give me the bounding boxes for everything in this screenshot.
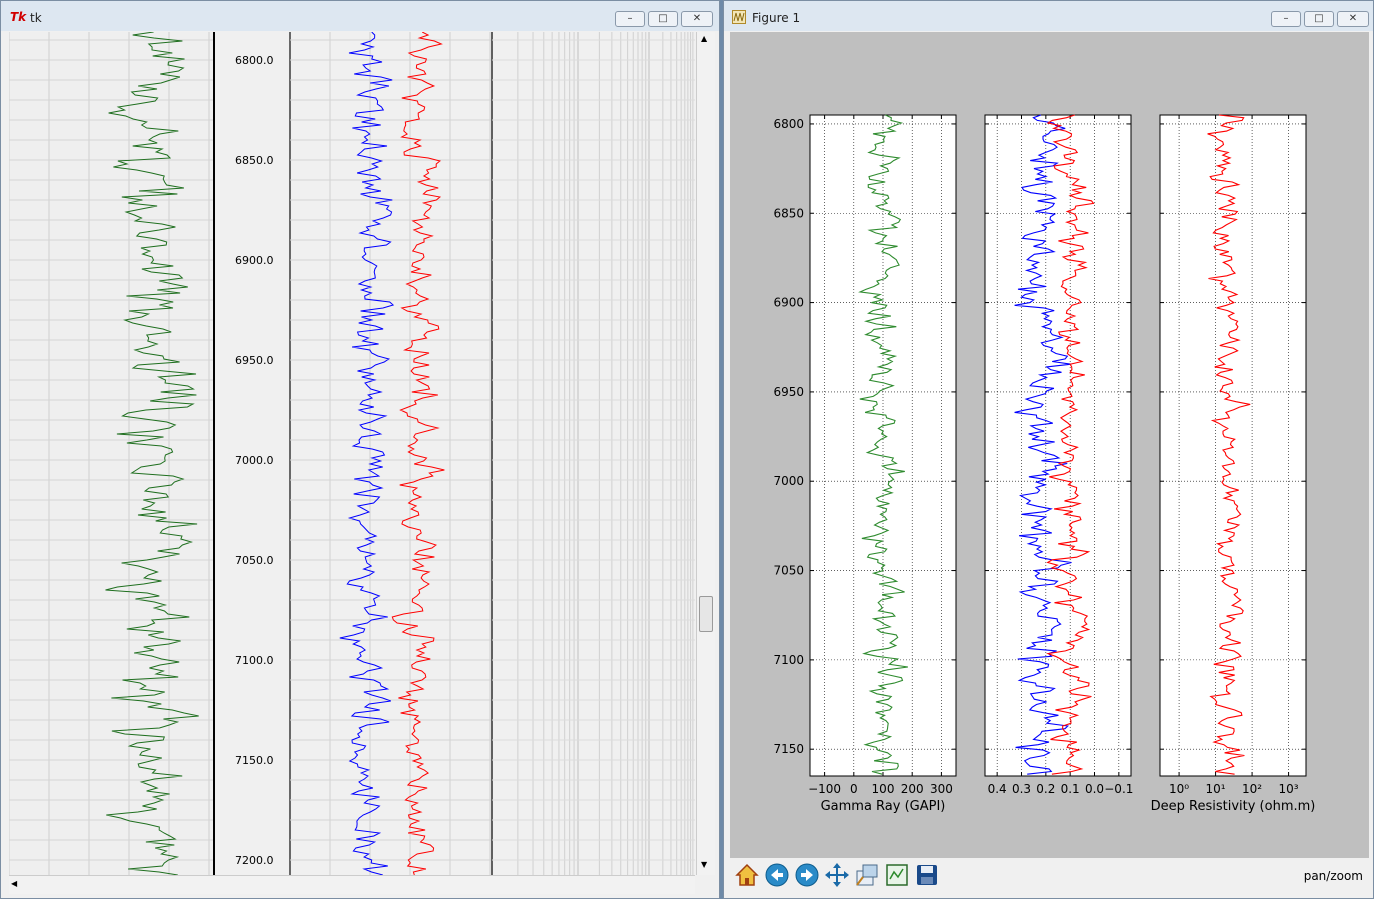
tk-maximize-button[interactable]: □	[648, 11, 678, 27]
tk-depth-label: 6900.0	[235, 254, 274, 267]
figure-panel-2: 0.4 0.3 0.2 0.1 0.0 −0.1	[984, 114, 1133, 796]
tk-depth-label: 6950.0	[235, 354, 274, 367]
x-axis-label: Gamma Ray (GAPI)	[821, 799, 946, 814]
figure-window: Figure 1 – □ ✕ 6800 6850 6900 6950 7000 7050 7…	[723, 0, 1374, 899]
x-tick-label: 0.3	[1012, 782, 1031, 796]
y-tick-label: 7000	[773, 474, 804, 488]
tk-depth-label: 7150.0	[235, 754, 274, 767]
tk-track1-bg	[9, 32, 214, 875]
y-tick-label: 7100	[773, 653, 804, 667]
tk-depth-label: 7100.0	[235, 654, 274, 667]
tk-vertical-scrollbar[interactable]: ▲ ▼	[696, 32, 715, 875]
matplotlib-app-icon	[732, 10, 746, 24]
tk-red-curve	[391, 32, 445, 875]
figure-plot-area: 6800 6850 6900 6950 7000 7050 7100 7150 −100 0 100…	[773, 114, 1316, 814]
y-tick-label: 7150	[773, 742, 804, 756]
x-tick-label: 0.2	[1036, 782, 1055, 796]
x-tick-label: 10³	[1279, 782, 1299, 796]
home-icon[interactable]	[734, 862, 760, 888]
tk-feather-icon: Tk	[10, 10, 27, 24]
pan-icon[interactable]	[824, 862, 850, 888]
x-tick-label: 100	[872, 782, 895, 796]
tk-vertical-scroll-thumb[interactable]	[699, 596, 713, 632]
forward-icon[interactable]	[794, 862, 820, 888]
scroll-left-arrow-icon[interactable]: ◀	[11, 879, 17, 888]
y-tick-label: 6950	[773, 385, 804, 399]
toolbar-status-text: pan/zoom	[1303, 869, 1363, 883]
x-tick-label: 200	[901, 782, 924, 796]
tk-window: Tk tk – □ ✕ 6800.0 6850.0 6900.0 6950.0 7000…	[0, 0, 720, 899]
tk-window-title: tk	[30, 11, 42, 25]
save-icon[interactable]	[914, 862, 940, 888]
tk-log-tracks	[9, 32, 695, 875]
x-tick-label: 10⁰	[1169, 782, 1189, 796]
x-tick-label: −100	[808, 782, 841, 796]
figure-panel-3: 10⁰ 10¹ 10² 10³ Deep Resistivity (ohm.m)	[1151, 114, 1316, 814]
subplots-icon[interactable]	[884, 862, 910, 888]
x-tick-label: 10¹	[1206, 782, 1226, 796]
x-tick-label: 300	[930, 782, 953, 796]
y-tick-label: 6850	[773, 206, 804, 220]
tk-close-button[interactable]: ✕	[681, 11, 713, 27]
figure-minimize-button[interactable]: –	[1271, 11, 1301, 27]
figure-window-title: Figure 1	[752, 11, 801, 25]
scroll-up-arrow-icon[interactable]: ▲	[701, 34, 707, 43]
y-tick-label: 7050	[773, 564, 804, 578]
tk-log-canvas[interactable]: 6800.0 6850.0 6900.0 6950.0 7000.0 7050.0 7100…	[9, 32, 695, 875]
scroll-down-arrow-icon[interactable]: ▼	[701, 860, 707, 869]
x-tick-label: −0.1	[1104, 782, 1133, 796]
x-tick-label: 10²	[1242, 782, 1262, 796]
plot-axes-frame	[984, 114, 1132, 777]
x-tick-label: 0.0	[1085, 782, 1104, 796]
figure-close-button[interactable]: ✕	[1337, 11, 1369, 27]
y-tick-label: 6900	[773, 296, 804, 310]
x-axis-label: Deep Resistivity (ohm.m)	[1151, 799, 1316, 814]
tk-titlebar[interactable]: Tk tk – □ ✕	[1, 1, 719, 31]
tk-depth-label: 7050.0	[235, 554, 274, 567]
figure-canvas[interactable]: 6800 6850 6900 6950 7000 7050 7100 7150 −100 0 100…	[730, 32, 1369, 858]
figure-titlebar[interactable]: Figure 1 – □ ✕	[724, 1, 1373, 31]
tk-depth-label: 6850.0	[235, 154, 274, 167]
x-tick-label: 0	[850, 782, 858, 796]
tk-depth-label: 7000.0	[235, 454, 274, 467]
x-tick-label: 0.1	[1061, 782, 1080, 796]
tk-horizontal-scrollbar[interactable]: ◀	[9, 875, 695, 894]
zoom-icon[interactable]	[854, 862, 880, 888]
back-icon[interactable]	[764, 862, 790, 888]
tk-depth-label: 6800.0	[235, 54, 274, 67]
x-tick-label: 0.4	[988, 782, 1007, 796]
tk-blue-curve	[339, 32, 395, 875]
y-tick-label: 6800	[773, 117, 804, 131]
figure-maximize-button[interactable]: □	[1304, 11, 1334, 27]
tk-depth-label: 7200.0	[235, 854, 274, 867]
tk-minimize-button[interactable]: –	[615, 11, 645, 27]
figure-panel-1: 6800 6850 6900 6950 7000 7050 7100 7150 −100 0 100…	[773, 114, 957, 814]
figure-toolbar: pan/zoom	[730, 858, 1369, 894]
